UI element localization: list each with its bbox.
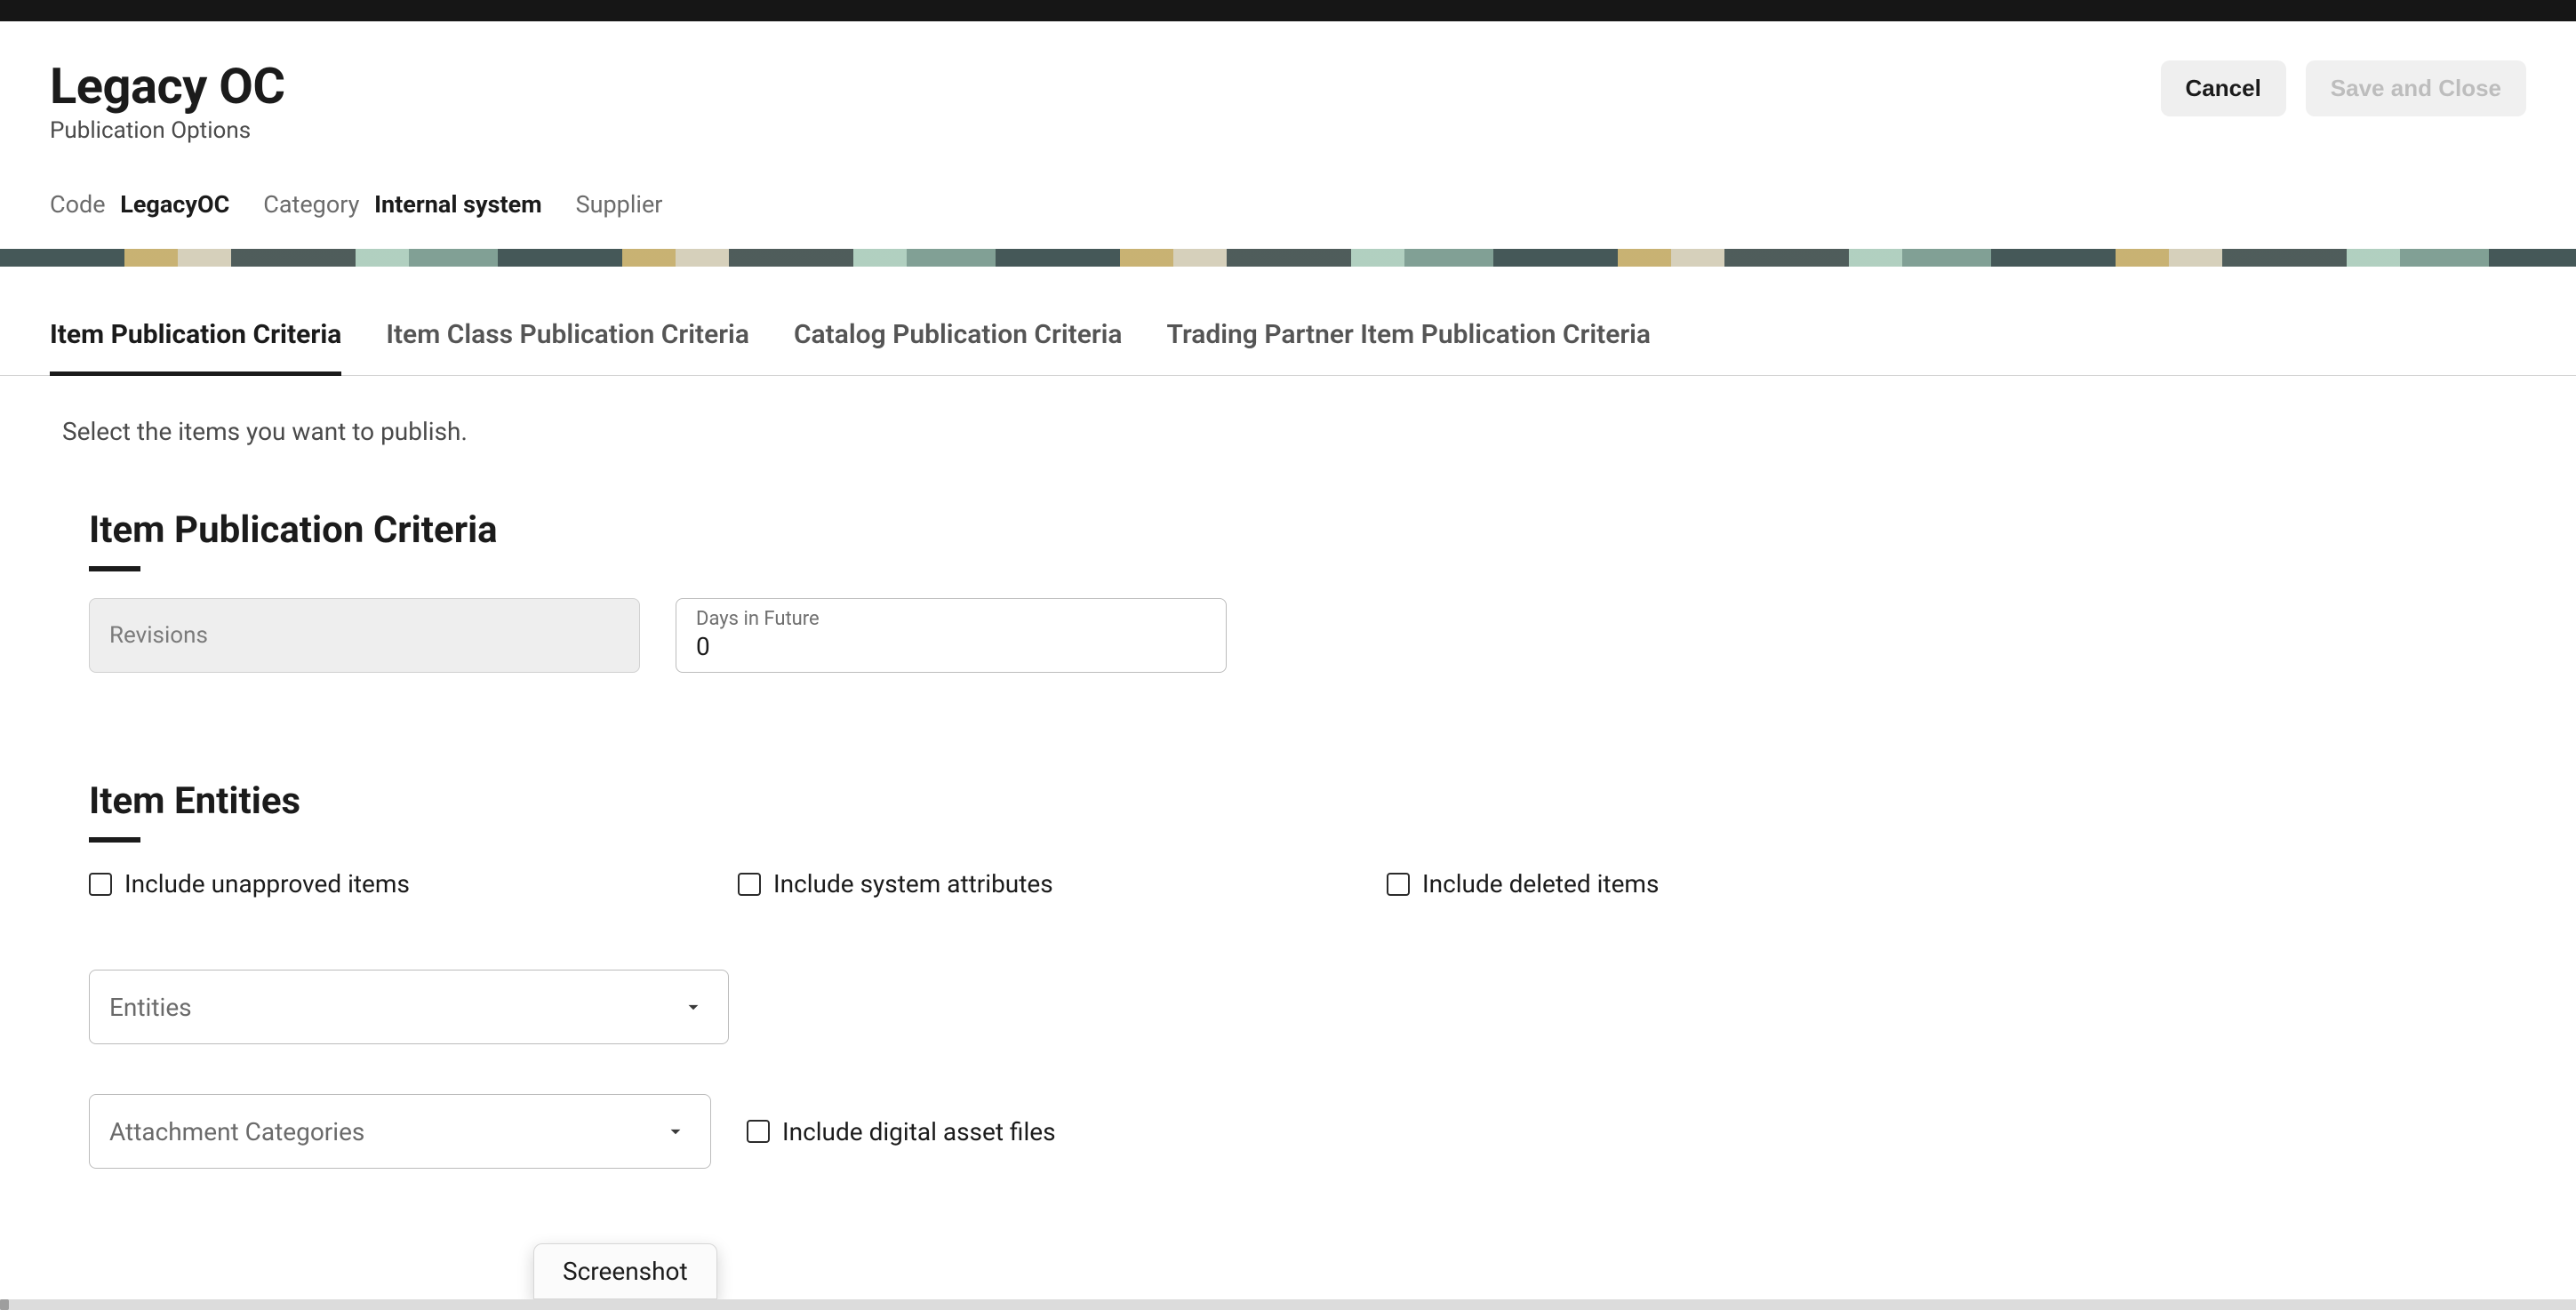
- include-digital-asset-files-label: Include digital asset files: [782, 1117, 1056, 1146]
- checkbox-box: [89, 873, 112, 896]
- content-area: Select the items you want to publish. It…: [0, 376, 2576, 1204]
- include-deleted-items-label: Include deleted items: [1422, 869, 1659, 899]
- save-and-close-button[interactable]: Save and Close: [2306, 60, 2526, 116]
- horizontal-scrollbar-thumb[interactable]: [0, 1299, 9, 1310]
- meta-supplier: Supplier: [576, 190, 672, 219]
- section-underline: [89, 837, 140, 843]
- include-unapproved-items-checkbox[interactable]: Include unapproved items: [89, 869, 738, 899]
- horizontal-scrollbar[interactable]: [0, 1299, 2576, 1310]
- tab-catalog-publication-criteria[interactable]: Catalog Publication Criteria: [794, 284, 1123, 375]
- chevron-down-icon: [664, 1120, 687, 1143]
- section-heading-item-publication-criteria: Item Publication Criteria: [89, 508, 2526, 552]
- include-digital-asset-files-checkbox[interactable]: Include digital asset files: [747, 1117, 1056, 1146]
- entities-select[interactable]: Entities: [89, 970, 729, 1044]
- entities-placeholder: Entities: [109, 993, 192, 1022]
- app-top-strip: [0, 0, 2576, 21]
- include-system-attributes-checkbox[interactable]: Include system attributes: [738, 869, 1387, 899]
- days-in-future-label: Days in Future: [696, 609, 1206, 630]
- tab-trading-partner-item-publication-criteria[interactable]: Trading Partner Item Publication Criteri…: [1167, 284, 1652, 375]
- page-subtitle: Publication Options: [50, 117, 285, 144]
- revisions-label: Revisions: [109, 623, 620, 649]
- revisions-field[interactable]: Revisions: [89, 598, 640, 673]
- meta-category-value: Internal system: [374, 190, 542, 219]
- header-meta-row: Code LegacyOC Category Internal system S…: [50, 144, 2526, 219]
- page-header: Legacy OC Publication Options Cancel Sav…: [0, 21, 2576, 267]
- section-underline: [89, 566, 140, 571]
- meta-supplier-label: Supplier: [576, 190, 663, 219]
- attachment-categories-placeholder: Attachment Categories: [109, 1117, 364, 1146]
- helper-text: Select the items you want to publish.: [50, 408, 2526, 455]
- tabs-bar: Item Publication Criteria Item Class Pub…: [0, 267, 2576, 376]
- meta-code: Code LegacyOC: [50, 190, 229, 219]
- include-system-attributes-label: Include system attributes: [773, 869, 1053, 899]
- meta-category-label: Category: [263, 190, 359, 219]
- header-decorative-pattern: [0, 249, 2576, 267]
- section-heading-item-entities: Item Entities: [89, 779, 2526, 823]
- tab-item-publication-criteria[interactable]: Item Publication Criteria: [50, 284, 341, 375]
- cancel-button[interactable]: Cancel: [2161, 60, 2286, 116]
- days-in-future-value: 0: [696, 632, 1206, 662]
- checkbox-box: [1387, 873, 1410, 896]
- tab-item-class-publication-criteria[interactable]: Item Class Publication Criteria: [386, 284, 749, 375]
- include-unapproved-items-label: Include unapproved items: [124, 869, 410, 899]
- screenshot-overlay[interactable]: Screenshot: [533, 1243, 717, 1299]
- checkbox-box: [747, 1120, 770, 1143]
- checkbox-box: [738, 873, 761, 896]
- include-deleted-items-checkbox[interactable]: Include deleted items: [1387, 869, 1659, 899]
- meta-category: Category Internal system: [263, 190, 541, 219]
- meta-code-value: LegacyOC: [120, 190, 229, 219]
- attachment-categories-select[interactable]: Attachment Categories: [89, 1094, 711, 1169]
- days-in-future-field[interactable]: Days in Future 0: [676, 598, 1227, 673]
- page-title: Legacy OC: [50, 57, 285, 116]
- chevron-down-icon: [682, 995, 705, 1018]
- meta-code-label: Code: [50, 190, 106, 219]
